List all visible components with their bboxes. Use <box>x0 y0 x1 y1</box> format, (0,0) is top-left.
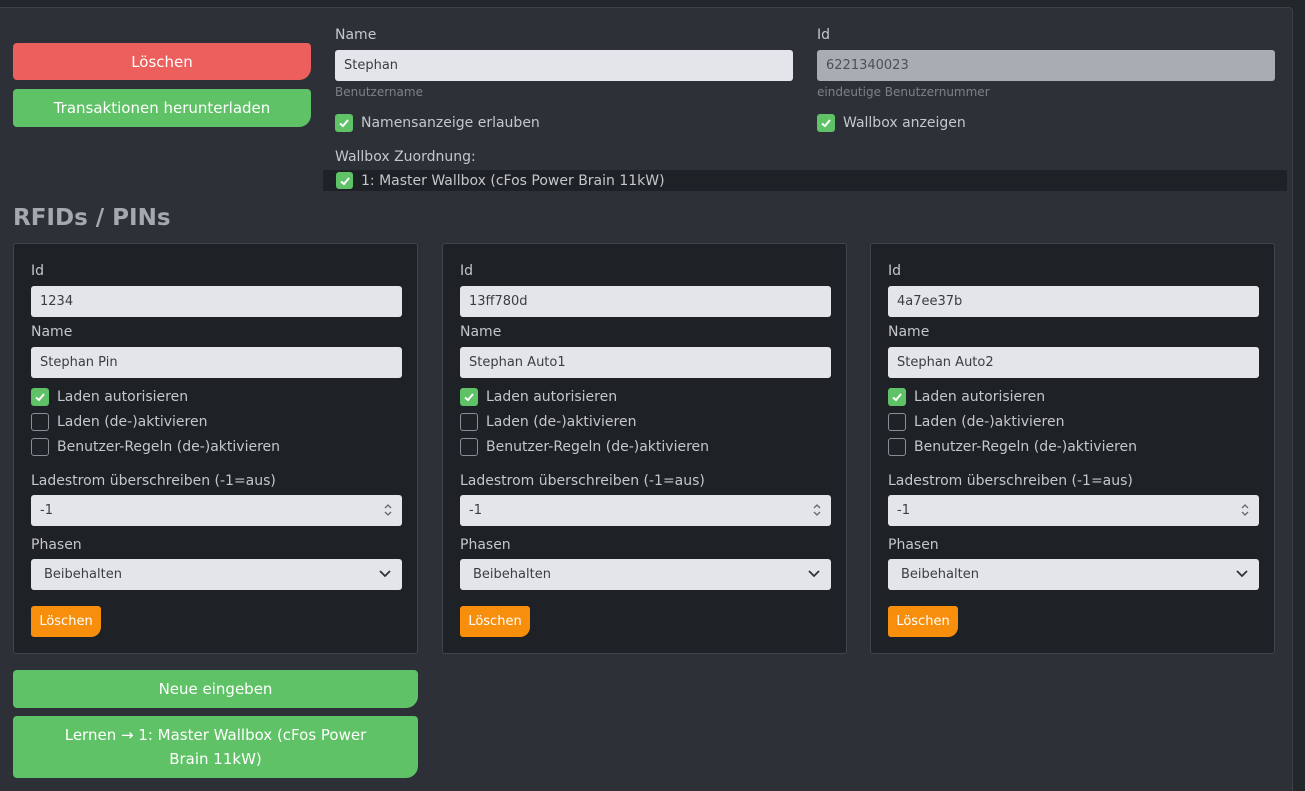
wallbox-item-label: 1: Master Wallbox (cFos Power Brain 11kW… <box>361 172 665 189</box>
rfid-id-label: Id <box>888 263 902 279</box>
checkbox-unchecked-icon <box>888 413 906 431</box>
checkbox-checked-icon <box>460 388 478 406</box>
checkbox-checked-icon <box>888 388 906 406</box>
rfid-card: Id 4a7ee37b Name Stephan Auto2 Laden aut… <box>870 243 1275 654</box>
rfid-name-label: Name <box>888 324 930 340</box>
checkbox-unchecked-icon <box>460 438 478 456</box>
spinner-icon[interactable] <box>812 503 822 517</box>
current-override-label: Ladestrom überschreiben (-1=aus) <box>888 473 1133 489</box>
rules-toggle-label: Benutzer-Regeln (de-)aktivieren <box>57 439 281 455</box>
charge-toggle-label: Laden (de-)aktivieren <box>486 414 637 430</box>
checkbox-checked-icon <box>335 114 353 132</box>
rfid-name-label: Name <box>460 324 502 340</box>
rfid-id-label: Id <box>31 263 45 279</box>
rfid-card: Id 1234 Name Stephan Pin Laden autorisie… <box>13 243 418 654</box>
wallbox-assignment-item[interactable]: 1: Master Wallbox (cFos Power Brain 11kW… <box>336 172 665 189</box>
rfid-id-input[interactable]: 4a7ee37b <box>888 286 1259 317</box>
charge-authorize-label: Laden autorisieren <box>486 389 618 405</box>
phases-select[interactable]: Beibehalten <box>460 559 831 590</box>
current-override-value: -1 <box>40 503 53 518</box>
charge-toggle-label: Laden (de-)aktivieren <box>914 414 1065 430</box>
rfid-card: Id 13ff780d Name Stephan Auto1 Laden aut… <box>442 243 847 654</box>
rfid-name-input[interactable]: Stephan Auto2 <box>888 347 1259 378</box>
current-override-value: -1 <box>469 503 482 518</box>
rfid-id-label: Id <box>460 263 474 279</box>
charge-toggle-checkbox[interactable]: Laden (de-)aktivieren <box>888 413 1064 431</box>
new-rfid-button[interactable]: Neue eingeben <box>13 670 418 708</box>
rules-toggle-label: Benutzer-Regeln (de-)aktivieren <box>486 439 710 455</box>
charge-toggle-label: Laden (de-)aktivieren <box>57 414 208 430</box>
rules-toggle-checkbox[interactable]: Benutzer-Regeln (de-)aktivieren <box>460 438 709 456</box>
wallbox-assignment-label: Wallbox Zuordnung: <box>335 149 476 165</box>
id-hint: eindeutige Benutzernummer <box>817 85 990 99</box>
phases-select[interactable]: Beibehalten <box>31 559 402 590</box>
phases-value: Beibehalten <box>44 567 122 582</box>
rfid-delete-button[interactable]: Löschen <box>31 606 101 637</box>
checkbox-unchecked-icon <box>31 438 49 456</box>
checkbox-unchecked-icon <box>31 413 49 431</box>
show-name-checkbox[interactable]: Namensanzeige erlauben <box>335 114 540 132</box>
charge-toggle-checkbox[interactable]: Laden (de-)aktivieren <box>31 413 207 431</box>
delete-user-button[interactable]: Löschen <box>13 43 311 80</box>
current-override-input[interactable]: -1 <box>460 495 831 526</box>
show-name-label: Namensanzeige erlauben <box>361 115 540 131</box>
rfids-heading: RFIDs / PINs <box>13 205 171 231</box>
chevron-down-icon <box>1236 570 1248 578</box>
name-input[interactable]: Stephan <box>335 50 793 81</box>
rules-toggle-checkbox[interactable]: Benutzer-Regeln (de-)aktivieren <box>31 438 280 456</box>
show-wallbox-label: Wallbox anzeigen <box>843 115 966 131</box>
current-override-input[interactable]: -1 <box>888 495 1259 526</box>
id-label: Id <box>817 27 831 43</box>
phases-select[interactable]: Beibehalten <box>888 559 1259 590</box>
chevron-down-icon <box>379 570 391 578</box>
rfid-name-input[interactable]: Stephan Auto1 <box>460 347 831 378</box>
name-label: Name <box>335 27 377 43</box>
charge-authorize-checkbox[interactable]: Laden autorisieren <box>31 388 188 406</box>
current-override-label: Ladestrom überschreiben (-1=aus) <box>31 473 276 489</box>
name-hint: Benutzername <box>335 85 423 99</box>
spinner-icon[interactable] <box>1240 503 1250 517</box>
current-override-label: Ladestrom überschreiben (-1=aus) <box>460 473 705 489</box>
rfid-id-input[interactable]: 13ff780d <box>460 286 831 317</box>
rules-toggle-label: Benutzer-Regeln (de-)aktivieren <box>914 439 1138 455</box>
charge-authorize-label: Laden autorisieren <box>57 389 189 405</box>
phases-value: Beibehalten <box>473 567 551 582</box>
rfid-delete-button[interactable]: Löschen <box>460 606 530 637</box>
current-override-value: -1 <box>897 503 910 518</box>
rfid-name-input[interactable]: Stephan Pin <box>31 347 402 378</box>
rfid-id-input[interactable]: 1234 <box>31 286 402 317</box>
download-transactions-button[interactable]: Transaktionen herunterladen <box>13 89 311 127</box>
show-wallbox-checkbox[interactable]: Wallbox anzeigen <box>817 114 966 132</box>
charge-authorize-label: Laden autorisieren <box>914 389 1046 405</box>
charge-authorize-checkbox[interactable]: Laden autorisieren <box>460 388 617 406</box>
phases-label: Phasen <box>888 537 939 553</box>
rfid-delete-button[interactable]: Löschen <box>888 606 958 637</box>
current-override-input[interactable]: -1 <box>31 495 402 526</box>
learn-rfid-button[interactable]: Lernen → 1: Master Wallbox (cFos Power B… <box>13 716 418 778</box>
charge-toggle-checkbox[interactable]: Laden (de-)aktivieren <box>460 413 636 431</box>
rfid-name-label: Name <box>31 324 73 340</box>
phases-label: Phasen <box>460 537 511 553</box>
id-input[interactable]: 6221340023 <box>817 50 1275 81</box>
checkbox-checked-icon <box>817 114 835 132</box>
checkbox-unchecked-icon <box>888 438 906 456</box>
spinner-icon[interactable] <box>383 503 393 517</box>
checkbox-unchecked-icon <box>460 413 478 431</box>
checkbox-checked-icon <box>31 388 49 406</box>
chevron-down-icon <box>808 570 820 578</box>
phases-value: Beibehalten <box>901 567 979 582</box>
rules-toggle-checkbox[interactable]: Benutzer-Regeln (de-)aktivieren <box>888 438 1137 456</box>
phases-label: Phasen <box>31 537 82 553</box>
charge-authorize-checkbox[interactable]: Laden autorisieren <box>888 388 1045 406</box>
checkbox-checked-icon <box>336 172 353 189</box>
